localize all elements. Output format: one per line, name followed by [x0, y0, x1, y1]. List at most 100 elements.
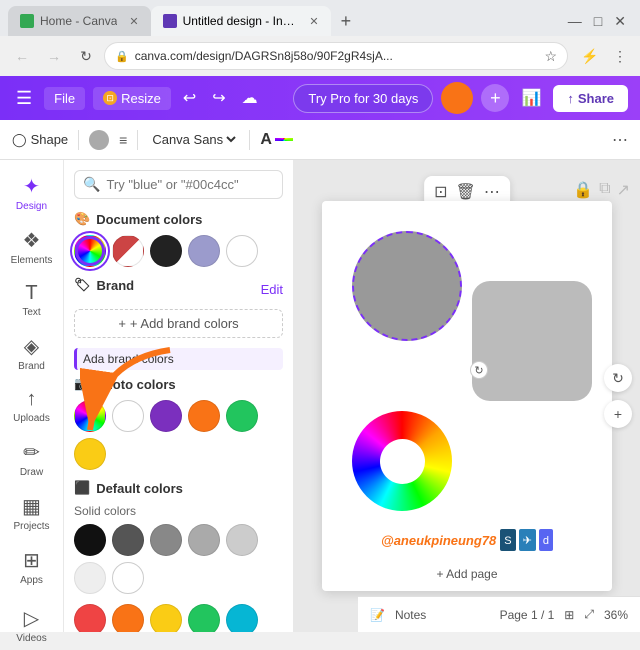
font-selector[interactable]: Canva Sans: [148, 131, 239, 148]
copy-icon[interactable]: ⧉: [599, 180, 610, 200]
swatch-dark-gray[interactable]: [112, 524, 144, 556]
swatch-near-white[interactable]: [74, 562, 106, 594]
tab-bar: Home - Canva ✕ Untitled design - Instagr…: [0, 0, 640, 36]
tab-close-home[interactable]: ✕: [129, 15, 138, 28]
tab-close-design[interactable]: ✕: [309, 15, 318, 28]
diagonal-swatch[interactable]: [112, 235, 144, 267]
sidebar-item-text[interactable]: T Text: [0, 276, 63, 324]
black-swatch[interactable]: [150, 235, 182, 267]
purple-grey-swatch[interactable]: [188, 235, 220, 267]
photo-orange-swatch[interactable]: [188, 400, 220, 432]
color-wheel-element[interactable]: [352, 411, 452, 511]
swatch-lighter-gray[interactable]: [226, 524, 258, 556]
tab-home[interactable]: Home - Canva ✕: [8, 6, 151, 36]
resize-button[interactable]: ⊡ Resize: [93, 87, 171, 110]
brand-edit-button[interactable]: Edit: [261, 282, 283, 297]
color-search-input[interactable]: [106, 177, 274, 192]
sidebar-item-draw[interactable]: ✏ Draw: [0, 434, 63, 484]
swatch-red[interactable]: [74, 604, 106, 632]
user-avatar[interactable]: [441, 82, 473, 114]
photo-white-swatch[interactable]: [112, 400, 144, 432]
photo-wheel-swatch[interactable]: [74, 400, 106, 432]
circle-shape[interactable]: [352, 231, 462, 341]
canvas-delete-button[interactable]: 🗑: [456, 182, 476, 202]
sidebar-item-apps[interactable]: ⊞ Apps: [0, 542, 63, 592]
sidebar-item-projects[interactable]: ▦ Projects: [0, 488, 63, 538]
color-panel: 🔍 🎨 Document colors 🏷 Brand Edit: [64, 160, 294, 632]
analytics-button[interactable]: 📊: [517, 84, 545, 112]
fullscreen-button[interactable]: ⤢: [584, 607, 594, 622]
cloud-save-button[interactable]: ☁: [238, 84, 262, 112]
videos-label: Videos: [16, 633, 46, 644]
brand-header: 🏷 Brand Edit: [74, 277, 283, 301]
undo-button[interactable]: ↩: [179, 84, 200, 112]
stroke-button[interactable]: ≡: [119, 132, 127, 148]
browser-menu-button[interactable]: ⋮: [608, 44, 632, 68]
canvas-rotate-button[interactable]: ↻: [604, 364, 632, 392]
swatch-mid-gray[interactable]: [150, 524, 182, 556]
photo-purple-swatch[interactable]: [150, 400, 182, 432]
swatch-green[interactable]: [188, 604, 220, 632]
forward-button[interactable]: →: [40, 42, 68, 70]
solid-colors-label: Solid colors: [74, 504, 283, 518]
address-bar[interactable]: 🔒 canva.com/design/DAGRSn8j58o/90F2gR4sj…: [104, 42, 568, 70]
extensions-button[interactable]: ⚡: [578, 44, 602, 68]
star-icon[interactable]: ☆: [544, 48, 557, 65]
swatch-light-gray[interactable]: [188, 524, 220, 556]
sidebar-item-videos[interactable]: ▷ Videos: [0, 600, 63, 650]
sidebar-item-design[interactable]: ✦ Design: [0, 168, 63, 218]
search-icon: 🔍: [83, 176, 100, 193]
more-options-button[interactable]: ⋯: [612, 130, 628, 150]
try-pro-button[interactable]: Try Pro for 30 days: [293, 84, 433, 113]
maximize-button[interactable]: □: [588, 13, 608, 29]
font-color-control[interactable]: A: [260, 131, 293, 149]
swatch-yellow[interactable]: [150, 604, 182, 632]
refresh-button[interactable]: ↻: [72, 42, 100, 70]
add-collaborator-button[interactable]: +: [481, 84, 509, 112]
add-brand-label: + Add brand colors: [130, 316, 239, 331]
notes-button[interactable]: Notes: [395, 608, 426, 622]
share-button[interactable]: ↑ Share: [553, 85, 628, 112]
tab-design[interactable]: Untitled design - Instagram... ✕: [151, 6, 331, 36]
color-search-box[interactable]: 🔍: [74, 170, 283, 199]
notes-icon: 📝: [370, 608, 385, 622]
lock-icon-1[interactable]: 🔒: [573, 180, 593, 200]
rotate-handle[interactable]: ↻: [470, 361, 488, 379]
photo-yellow-swatch[interactable]: [74, 438, 106, 470]
rounded-rect-shape[interactable]: [472, 281, 592, 401]
swatch-black[interactable]: [74, 524, 106, 556]
canvas-page[interactable]: ↻ @aneukpineung78 S ✈ d: [322, 201, 612, 591]
new-tab-button[interactable]: +: [335, 11, 358, 32]
export-icon[interactable]: ↗: [617, 180, 630, 200]
add-brand-colors-button[interactable]: + + Add brand colors: [74, 309, 283, 338]
close-window-button[interactable]: ✕: [608, 13, 632, 30]
brand-icon: ◈: [24, 334, 39, 359]
photo-green-swatch[interactable]: [226, 400, 258, 432]
browser-chrome: Home - Canva ✕ Untitled design - Instagr…: [0, 0, 640, 76]
canvas-more-button[interactable]: ⋯: [484, 182, 500, 202]
redo-button[interactable]: ↪: [208, 84, 229, 112]
back-button[interactable]: ←: [8, 42, 36, 70]
hamburger-menu[interactable]: ☰: [12, 84, 36, 113]
color-preview[interactable]: [89, 130, 109, 150]
add-page-button[interactable]: + Add page: [436, 567, 497, 581]
swatch-orange[interactable]: [112, 604, 144, 632]
shape-label: Shape: [31, 132, 69, 147]
gradient-swatch[interactable]: [74, 235, 106, 267]
canvas-plus-button[interactable]: +: [604, 400, 632, 428]
main-layout: ✦ Design ❖ Elements T Text ◈ Brand ↑ Upl…: [0, 160, 640, 632]
shape-selector[interactable]: ◯ Shape: [12, 132, 68, 148]
sidebar-item-brand[interactable]: ◈ Brand: [0, 328, 63, 378]
minimize-button[interactable]: —: [562, 13, 588, 29]
colors-row-1: [74, 604, 283, 632]
swatch-cyan[interactable]: [226, 604, 258, 632]
sidebar-item-elements[interactable]: ❖ Elements: [0, 222, 63, 272]
swatch-white[interactable]: [112, 562, 144, 594]
white-swatch[interactable]: [226, 235, 258, 267]
canvas-copy-button[interactable]: ⊡: [434, 182, 447, 202]
browser-actions: ⚡ ⋮: [578, 44, 632, 68]
grid-view-button[interactable]: ⊞: [564, 608, 574, 622]
file-button[interactable]: File: [44, 87, 85, 110]
sidebar-item-uploads[interactable]: ↑ Uploads: [0, 382, 63, 430]
text-label: Text: [22, 307, 40, 318]
